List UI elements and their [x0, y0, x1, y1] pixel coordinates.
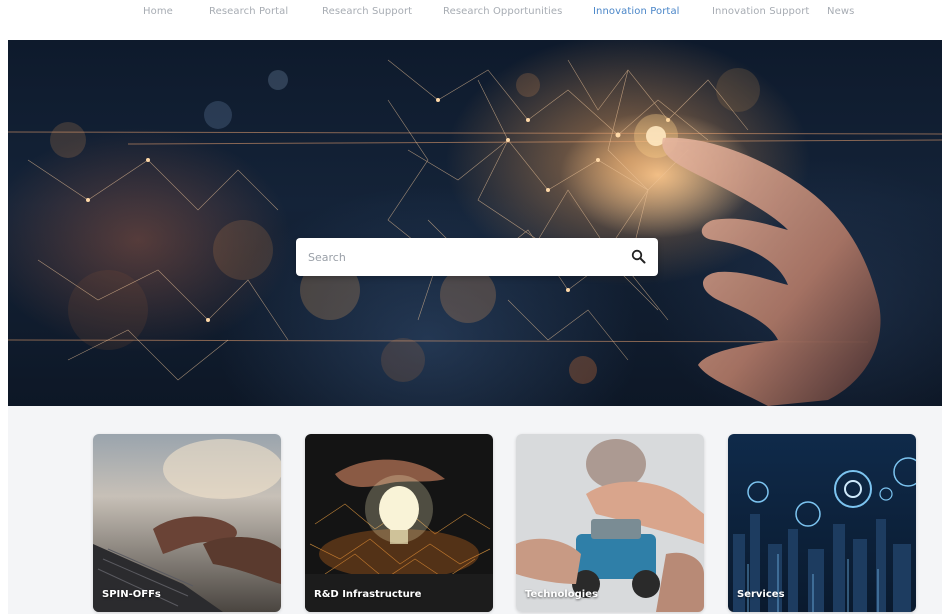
- card-label: Technologies: [525, 589, 598, 600]
- robot-kit-image: [516, 434, 704, 612]
- nav-research-opportunities[interactable]: Research Opportunities: [443, 6, 562, 17]
- nav-innovation-support[interactable]: Innovation Support: [712, 6, 809, 17]
- laptop-typing-image: [93, 434, 281, 612]
- nav-news[interactable]: News: [827, 6, 854, 17]
- hero-banner: [8, 40, 942, 406]
- card-label: Services: [737, 589, 785, 600]
- hand-image: [662, 137, 881, 406]
- lightbulb-hands-image: [305, 434, 493, 612]
- search-icon[interactable]: [631, 249, 646, 264]
- search-bar: [296, 238, 658, 276]
- card-services[interactable]: Services: [728, 434, 916, 612]
- card-spin-offs[interactable]: SPIN-OFFs: [93, 434, 281, 612]
- city-tech-icons-image: [728, 434, 916, 612]
- card-label: SPIN-OFFs: [102, 589, 161, 600]
- search-input[interactable]: [308, 238, 618, 276]
- nav-research-support[interactable]: Research Support: [322, 6, 412, 17]
- nav-innovation-portal[interactable]: Innovation Portal: [593, 6, 680, 17]
- card-label: R&D Infrastructure: [314, 589, 422, 600]
- nav-home[interactable]: Home: [143, 6, 173, 17]
- card-technologies[interactable]: Technologies: [516, 434, 704, 612]
- nav-research-portal[interactable]: Research Portal: [209, 6, 288, 17]
- card-rd-infrastructure[interactable]: R&D Infrastructure: [305, 434, 493, 612]
- top-navigation: Home Research Portal Research Support Re…: [0, 0, 942, 28]
